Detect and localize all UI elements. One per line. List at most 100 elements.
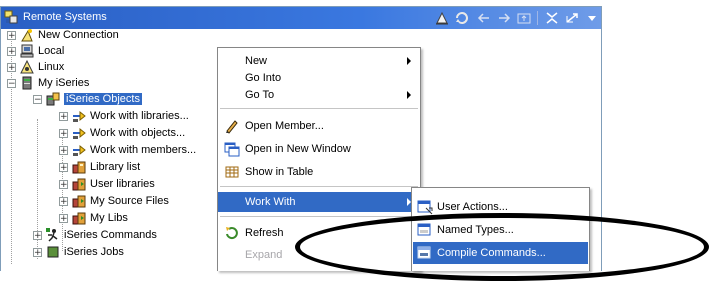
library-icon <box>72 161 86 174</box>
toolbar-separator <box>537 11 538 25</box>
tree-item-local[interactable]: + Local <box>7 43 64 59</box>
linux-icon <box>20 59 34 74</box>
tree-item-iseries-objects[interactable]: − iSeries Objects <box>33 91 142 107</box>
menu-item-open-member[interactable]: Open Member... <box>218 116 420 136</box>
menu-item-label: Go To <box>245 89 275 101</box>
link-icon[interactable] <box>433 9 451 27</box>
tree-item-label: Linux <box>38 61 65 73</box>
menu-item-label: Open in New Window <box>245 143 351 155</box>
expand-toggle[interactable]: + <box>59 128 68 138</box>
named-types-icon <box>417 223 431 236</box>
expand-toggle[interactable]: + <box>59 213 68 223</box>
filter-arrow-icon <box>73 127 86 139</box>
context-menu: New Go Into Go To Open Member... Open in… <box>217 47 421 271</box>
submenu-arrow-icon <box>407 91 411 99</box>
tree-item-library-list[interactable]: + Library list <box>59 159 140 175</box>
tree-item-my-libs[interactable]: + My Libs <box>59 210 128 226</box>
work-with-submenu: User Actions... Named Types... Compile C… <box>411 187 590 271</box>
menu-item-show-in-table[interactable]: Show in Table <box>218 162 420 182</box>
library-icon <box>72 212 86 225</box>
tree-item-iseries-jobs[interactable]: + iSeries Jobs <box>33 244 124 260</box>
menu-item-label: Expand <box>245 249 283 261</box>
new-connection-icon <box>21 29 33 42</box>
tree-item-label: iSeries Objects <box>64 93 142 105</box>
iseries-jobs-icon <box>47 246 59 258</box>
expand-toggle[interactable]: + <box>59 162 68 172</box>
library-icon <box>72 195 86 208</box>
iseries-system-icon <box>22 76 32 90</box>
filter-arrow-icon <box>73 110 86 122</box>
tree-item-my-iseries[interactable]: − My iSeries <box>7 75 89 91</box>
tree-item-new-connection[interactable]: + New Connection <box>7 27 119 43</box>
expand-toggle[interactable]: + <box>7 62 16 72</box>
computer-icon <box>20 44 34 58</box>
iseries-objects-icon <box>46 92 60 106</box>
refresh-icon <box>226 227 238 240</box>
menu-separator <box>220 216 418 217</box>
collapse-toggle[interactable]: − <box>33 94 42 104</box>
pencil-icon <box>226 120 238 134</box>
expand-toggle[interactable]: + <box>7 30 16 40</box>
new-window-icon <box>224 142 240 157</box>
submenu-item-compile-commands[interactable]: Compile Commands... <box>413 242 588 264</box>
submenu-item-user-actions[interactable]: User Actions... <box>413 196 588 218</box>
tree-item-work-with-libraries[interactable]: + Work with libraries... <box>59 108 189 124</box>
menu-item-label: New <box>245 55 268 67</box>
link-with-editor-icon[interactable] <box>563 9 581 27</box>
menu-item-work-with[interactable]: Work With <box>218 192 420 212</box>
view-menu-icon[interactable] <box>583 9 601 27</box>
menu-item-open-in-new-window[interactable]: Open in New Window <box>218 139 420 159</box>
submenu-item-label: Compile Commands... <box>437 247 546 259</box>
submenu-item-label: User Actions... <box>437 201 508 213</box>
filter-arrow-icon <box>73 144 86 156</box>
remote-systems-icon <box>4 10 18 24</box>
tree-item-work-with-members[interactable]: + Work with members... <box>59 142 196 158</box>
menu-item-label: Show in Table <box>245 166 314 178</box>
tree-item-user-libraries[interactable]: + User libraries <box>59 176 155 192</box>
expand-toggle[interactable]: + <box>59 111 68 121</box>
menu-item-label: Refresh <box>245 227 284 239</box>
tree-item-iseries-commands[interactable]: + iSeries Commands <box>33 227 157 243</box>
user-actions-icon <box>417 200 433 215</box>
tree-item-linux[interactable]: + Linux <box>7 59 64 75</box>
expand-toggle[interactable]: + <box>59 145 68 155</box>
menu-item-refresh[interactable]: Refresh <box>218 223 420 243</box>
compile-commands-icon <box>417 246 431 259</box>
refresh-icon[interactable] <box>453 9 471 27</box>
library-icon <box>72 178 86 191</box>
tree-item-label: iSeries Jobs <box>64 246 124 258</box>
view-title-bar[interactable]: Remote Systems <box>1 7 601 29</box>
menu-item-go-to[interactable]: Go To <box>218 85 420 105</box>
back-arrow-icon[interactable] <box>475 9 493 27</box>
menu-item-label: Open Member... <box>245 120 324 132</box>
tree-item-label: My Libs <box>90 212 128 224</box>
collapse-all-icon[interactable] <box>543 9 561 27</box>
tree-item-label: Local <box>38 45 65 57</box>
expand-toggle[interactable]: + <box>33 247 42 257</box>
tree-item-label: My Source Files <box>90 195 169 207</box>
menu-separator <box>220 108 418 109</box>
expand-toggle[interactable]: + <box>59 196 68 206</box>
view-title: Remote Systems <box>23 11 107 23</box>
tree-item-label: Work with objects... <box>90 127 186 139</box>
tree-item-label: My iSeries <box>38 77 90 89</box>
expand-toggle[interactable]: + <box>59 179 68 189</box>
collapse-toggle[interactable]: − <box>7 78 16 88</box>
tree-item-label: User libraries <box>90 178 155 190</box>
expand-toggle[interactable]: + <box>7 46 16 56</box>
up-folder-icon[interactable] <box>515 9 533 27</box>
tree-item-label: Work with members... <box>90 144 197 156</box>
tree-item-my-source-files[interactable]: + My Source Files <box>59 193 169 209</box>
table-icon <box>225 166 239 178</box>
expand-toggle[interactable]: + <box>33 230 42 240</box>
menu-item-expand[interactable]: Expand <box>218 245 420 265</box>
menu-separator <box>220 186 418 187</box>
tree-item-label: Work with libraries... <box>90 110 189 122</box>
tree-item-work-with-objects[interactable]: + Work with objects... <box>59 125 185 141</box>
tree-item-label: New Connection <box>38 29 119 41</box>
iseries-commands-icon <box>46 228 58 242</box>
menu-item-label: Go Into <box>245 72 282 84</box>
menu-item-label: Work With <box>245 196 296 208</box>
submenu-item-named-types[interactable]: Named Types... <box>413 219 588 241</box>
forward-arrow-icon[interactable] <box>495 9 513 27</box>
